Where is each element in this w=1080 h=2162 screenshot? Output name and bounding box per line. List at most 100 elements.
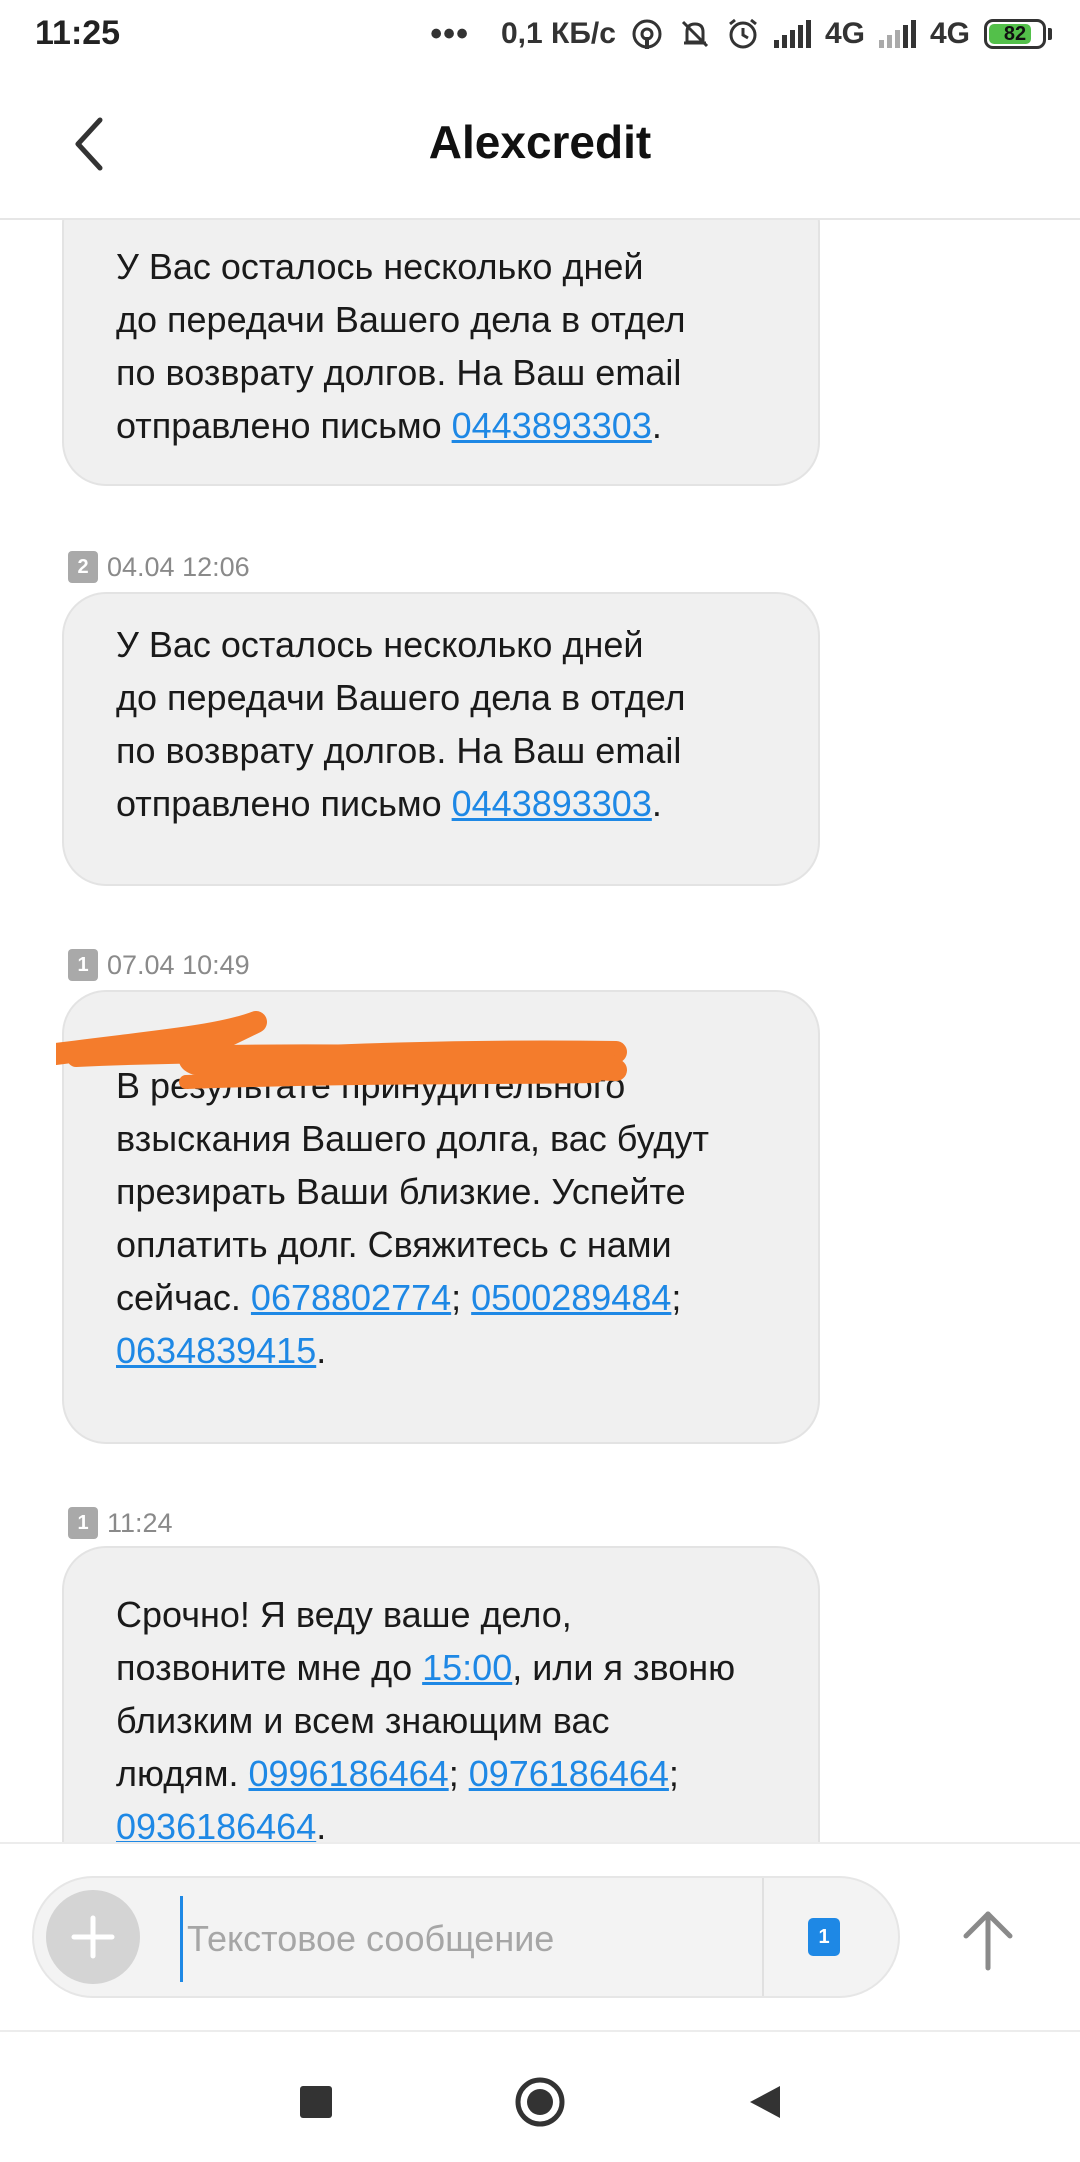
message-meta: 2 04.04 12:06 [68,550,250,584]
message-line: по возврату долгов. На Ваш email [116,724,768,777]
phone-link[interactable]: 0976186464 [469,1753,669,1794]
sim-badge: 1 [68,1507,98,1539]
message-text-span: до передачи Вашего дела в отдел [116,677,686,718]
network-type-2: 4G [929,17,970,50]
message-text-span: В результате принудительного [116,1065,626,1106]
message-line: отправлено письмо 0443893303. [116,399,768,452]
phone-link[interactable]: 15:00 [422,1647,512,1688]
phone-link[interactable]: 0996186464 [248,1753,448,1794]
message-line: отправлено письмо 0443893303. [116,777,768,830]
send-button[interactable] [952,1904,1024,1976]
message-line [116,1006,768,1059]
message-text-span: близким и всем знающим вас [116,1700,610,1741]
add-attachment-button[interactable] [46,1890,140,1984]
composer-divider [762,1878,764,1996]
status-bar: 11:25 ••• 0,1 КБ/с 4G 4G 82 [0,0,1080,70]
message-text-span: , или я звоню [512,1647,736,1688]
message-text: У Вас осталось несколько дней до передачи… [116,240,768,452]
more-notifications-icon: ••• [430,14,469,53]
message-line: взыскания Вашего долга, вас будут [116,1112,768,1165]
conversation-header: Alexcredit [0,70,1080,220]
nav-back-button[interactable] [734,2072,794,2132]
network-type-1: 4G [824,17,865,50]
battery-tip [1048,28,1052,40]
message-text-span: . [316,1330,327,1371]
message-line: близким и всем знающим вас [116,1694,768,1747]
triangle-left-icon [750,2086,780,2118]
phone-link[interactable]: 0634839415 [116,1330,316,1371]
message-text-span: по возврату долгов. На Ваш email [116,352,682,393]
square-icon [300,2086,332,2118]
message-bubble[interactable]: Срочно! Я веду ваше дело, позвоните мне д… [62,1546,820,1842]
message-text-span: ; [671,1277,682,1318]
message-text-span: ; [668,1753,679,1794]
sim-select-button[interactable]: 1 [808,1918,840,1956]
message-text-span: . [651,783,662,824]
input-pill: 1 [32,1876,900,1998]
phone-link[interactable]: 0500289484 [471,1277,671,1318]
message-text-span: У Вас осталось несколько дней [116,624,644,665]
message-text-span: . [316,1806,327,1842]
network-speed: 0,1 КБ/с [501,17,616,50]
message-bubble[interactable]: У Вас осталось несколько дней до передачи… [62,220,820,486]
plus-icon [71,1915,115,1959]
message-bubble[interactable]: У Вас осталось несколько дней до передачи… [62,592,820,886]
message-text-span: У Вас осталось несколько дней [116,246,644,287]
phone-link[interactable]: 0443893303 [452,405,652,446]
message-input[interactable] [180,1896,749,1982]
message-line: до передачи Вашего дела в отдел [116,671,768,724]
signal-bars-2-icon [878,20,916,48]
message-text-span: оплатить долг. Свяжитесь с нами [116,1224,672,1265]
message-list[interactable]: У Вас осталось несколько дней до передачи… [0,220,1080,1842]
message-line: до передачи Вашего дела в отдел [116,293,768,346]
message-composer: 1 [0,1842,1080,2032]
recents-button[interactable] [286,2072,346,2132]
message-timestamp: 07.04 10:49 [107,949,250,980]
mute-bell-icon [681,20,708,48]
message-meta: 1 07.04 10:49 [68,948,250,982]
message-text-span: ; [448,1753,469,1794]
circle-icon [515,2077,565,2127]
alarm-icon [729,18,757,49]
message-text-span: отправлено письмо [116,405,452,446]
message-text-span: сейчас. [116,1277,251,1318]
message-bubble[interactable]: В результате принудительного взыскания Ва… [56,990,820,1444]
sim-badge: 1 [68,949,98,981]
message-text-span: по возврату долгов. На Ваш email [116,730,682,771]
message-text-span: позвоните мне до [116,1647,423,1688]
message-line: по возврату долгов. На Ваш email [116,346,768,399]
contact-title: Alexcredit [428,116,652,168]
phone-link[interactable]: 0936186464 [116,1806,316,1842]
message-text-span: ; [451,1277,472,1318]
message-line: 0936186464. [116,1800,768,1842]
message-timestamp: 04.04 12:06 [107,551,250,582]
signal-bars-icon [773,20,811,48]
message-line: презирать Ваши близкие. Успейте [116,1165,768,1218]
system-navigation-bar [0,2030,1080,2162]
message-meta: 1 11:24 [68,1506,173,1540]
message-text-span: . [651,405,662,446]
hotspot-icon [632,19,662,49]
message-line: позвоните мне до 15:00, или я звоню [116,1641,768,1694]
message-line: В результате принудительного [116,1059,768,1112]
phone-link[interactable]: 0678802774 [251,1277,451,1318]
message-line: У Вас осталось несколько дней [116,618,768,671]
home-button[interactable] [510,2072,570,2132]
message-timestamp: 11:24 [107,1507,173,1538]
phone-link[interactable]: 0443893303 [452,783,652,824]
message-text: У Вас осталось несколько дней до передачи… [116,618,768,830]
message-line: Срочно! Я веду ваше дело, [116,1588,768,1641]
battery-level: 82 [1003,22,1027,45]
message-line: сейчас. 0678802774; 0500289484; [116,1271,768,1324]
message-text-span: взыскания Вашего долга, вас будут [116,1118,709,1159]
message-line: людям. 0996186464; 0976186464; [116,1747,768,1800]
sim-badge: 2 [68,551,98,583]
message-text-span: отправлено письмо [116,783,452,824]
message-text: Срочно! Я веду ваше дело, позвоните мне д… [116,1588,768,1842]
status-icons: ••• 0,1 КБ/с 4G 4G 82 [430,14,1052,54]
message-text: В результате принудительного взыскания Ва… [116,1006,768,1377]
status-time: 11:25 [35,14,121,52]
message-text-span: презирать Ваши близкие. Успейте [116,1171,686,1212]
message-text-span: Срочно! Я веду ваше дело, [116,1594,572,1635]
message-text-span: людям. [116,1753,249,1794]
